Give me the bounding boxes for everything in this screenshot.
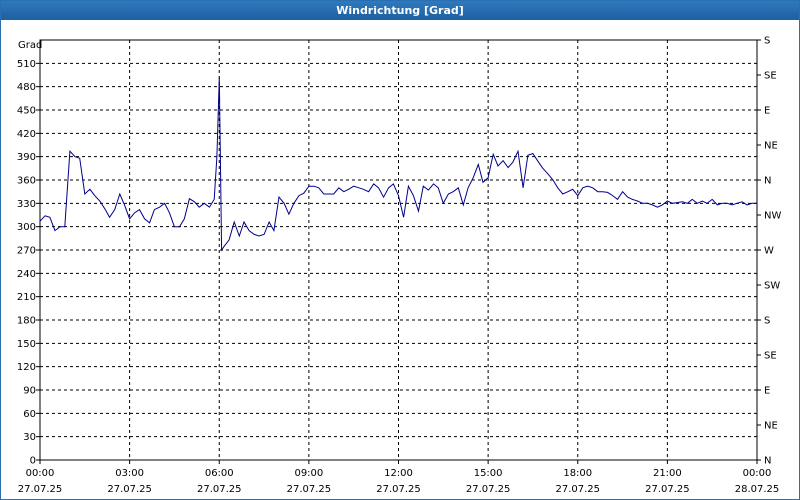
y-tick-label: 390 bbox=[17, 152, 36, 163]
y-tick-label: 360 bbox=[17, 176, 36, 187]
y-tick-label: 480 bbox=[17, 82, 36, 93]
x-tick-time: 21:00 bbox=[653, 468, 682, 479]
y-tick-label: 30 bbox=[23, 432, 36, 443]
x-tick-date: 27.07.25 bbox=[376, 484, 421, 495]
y-tick-label: 90 bbox=[23, 386, 36, 397]
y-tick-label: 420 bbox=[17, 129, 36, 140]
x-tick-time: 00:00 bbox=[26, 468, 55, 479]
right-tick-label: SW bbox=[764, 281, 780, 292]
x-tick-time: 18:00 bbox=[563, 468, 592, 479]
right-tick-label: NE bbox=[764, 421, 778, 432]
y-tick-label: 300 bbox=[17, 222, 36, 233]
y-tick-label: 210 bbox=[17, 292, 36, 303]
right-tick-label: S bbox=[764, 36, 770, 47]
y-tick-label: 180 bbox=[17, 316, 36, 327]
x-tick-date: 28.07.25 bbox=[735, 484, 780, 495]
x-tick-date: 27.07.25 bbox=[107, 484, 152, 495]
window-title: Windrichtung [Grad] bbox=[1, 1, 799, 20]
x-tick-date: 27.07.25 bbox=[287, 484, 332, 495]
y-tick-label: 240 bbox=[17, 269, 36, 280]
right-axis-labels: N NE E SE S SW W NW N NE E SE S bbox=[764, 36, 781, 467]
right-tick-label: S bbox=[764, 316, 770, 327]
x-tick-date: 27.07.25 bbox=[645, 484, 690, 495]
right-tick-label: E bbox=[764, 106, 770, 117]
y-tick-label: 450 bbox=[17, 106, 36, 117]
y-tick-label: 330 bbox=[17, 199, 36, 210]
right-tick-label: N bbox=[764, 176, 771, 187]
x-tick-date: 27.07.25 bbox=[466, 484, 511, 495]
right-tick-label: SE bbox=[764, 351, 777, 362]
x-tick-time: 00:00 bbox=[743, 468, 772, 479]
right-tick-label: E bbox=[764, 386, 770, 397]
y-axis-labels: 0 30 60 90 120 150 180 210 240 270 300 330 360 390 420… bbox=[17, 59, 36, 467]
y-tick-label: 60 bbox=[23, 409, 36, 420]
x-tick-time: 06:00 bbox=[205, 468, 234, 479]
x-tick-time: 15:00 bbox=[474, 468, 503, 479]
x-axis-labels: 00:00 27.07.25 03:00 27.07.25 06:00 27.07.25 0… bbox=[18, 468, 780, 495]
y-tick-label: 150 bbox=[17, 339, 36, 350]
x-tick-date: 27.07.25 bbox=[18, 484, 63, 495]
y-axis-title: Grad bbox=[18, 40, 42, 51]
y-tick-label: 510 bbox=[17, 59, 36, 70]
right-tick-label: NE bbox=[764, 141, 778, 152]
y-tick-label: 270 bbox=[17, 246, 36, 257]
wind-direction-chart: 0 30 60 90 120 150 180 210 240 270 300 330 360 390 420… bbox=[17, 36, 782, 496]
y-tick-label: 0 bbox=[30, 456, 36, 467]
right-tick-label: W bbox=[764, 246, 774, 257]
x-tick-time: 12:00 bbox=[384, 468, 413, 479]
x-tick-time: 03:00 bbox=[115, 468, 144, 479]
right-tick-label: SE bbox=[764, 71, 777, 82]
y-tick-label: 120 bbox=[17, 362, 36, 373]
right-tick-label: NW bbox=[764, 211, 781, 222]
x-tick-date: 27.07.25 bbox=[555, 484, 600, 495]
x-tick-time: 09:00 bbox=[294, 468, 323, 479]
x-tick-date: 27.07.25 bbox=[197, 484, 242, 495]
right-tick-label: N bbox=[764, 456, 771, 467]
